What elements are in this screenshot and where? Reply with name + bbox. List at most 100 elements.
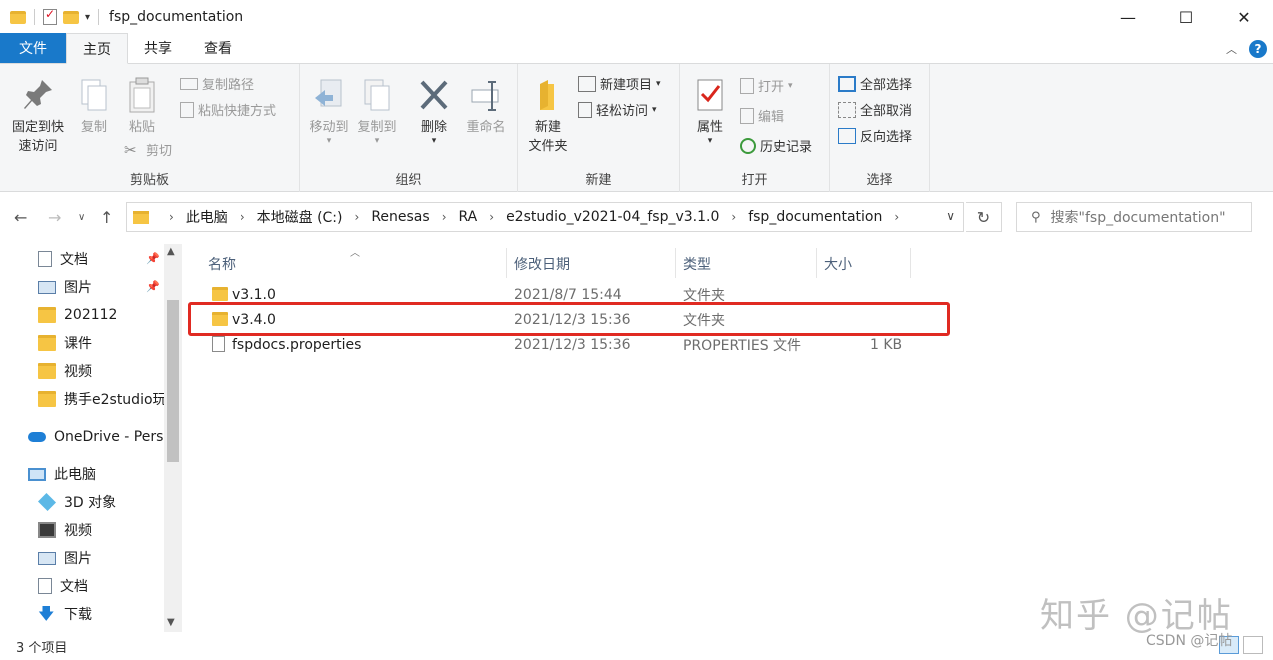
nav-item-videos-folder[interactable]: 视频 bbox=[38, 358, 92, 384]
breadcrumb-item[interactable]: 此电脑 bbox=[186, 207, 228, 227]
up-arrow-icon[interactable]: ↑ bbox=[100, 208, 113, 227]
breadcrumb-item[interactable]: e2studio_v2021-04_fsp_v3.1.0 bbox=[506, 209, 719, 225]
pin-icon bbox=[20, 76, 56, 114]
column-divider[interactable] bbox=[506, 248, 507, 278]
breadcrumb-item[interactable]: RA bbox=[459, 209, 478, 225]
nav-item-202112[interactable]: 202112 bbox=[38, 302, 117, 328]
chevron-right-icon[interactable]: › bbox=[894, 210, 899, 224]
column-header-size[interactable]: 大小 bbox=[824, 250, 852, 278]
paste-shortcut-button[interactable]: 粘贴快捷方式 bbox=[180, 100, 276, 119]
nav-item-videos[interactable]: 视频 bbox=[38, 517, 92, 543]
open-icon bbox=[740, 77, 754, 94]
copy-label: 复制 bbox=[80, 120, 107, 135]
search-placeholder: 搜索"fsp_documentation" bbox=[1050, 210, 1226, 226]
delete-button[interactable]: 删除 ▾ bbox=[416, 76, 452, 146]
window-controls: — ☐ ✕ bbox=[1099, 0, 1273, 34]
nav-item-3d-objects[interactable]: 3D 对象 bbox=[38, 489, 116, 515]
column-header-name[interactable]: 名称 bbox=[208, 250, 236, 278]
folder-icon bbox=[38, 391, 56, 407]
select-group: 全部选择 全部取消 反向选择 选择 bbox=[830, 64, 930, 192]
copy-to-button[interactable]: 复制到 ▾ bbox=[354, 76, 400, 146]
column-header-type[interactable]: 类型 bbox=[683, 250, 711, 278]
breadcrumb-item[interactable]: 本地磁盘 (C:) bbox=[257, 207, 343, 227]
file-name: fspdocs.properties bbox=[232, 336, 362, 353]
chevron-right-icon[interactable]: › bbox=[731, 210, 736, 224]
nav-item-courseware[interactable]: 课件 bbox=[38, 330, 92, 356]
history-button[interactable]: 历史记录 bbox=[740, 136, 812, 155]
properties-button[interactable]: 属性 ▾ bbox=[686, 76, 734, 146]
new-item-button[interactable]: 新建项目 ▾ bbox=[578, 74, 661, 93]
scroll-up-icon[interactable]: ▲ bbox=[167, 246, 175, 257]
paste-button[interactable]: 粘贴 bbox=[122, 76, 162, 137]
properties-icon[interactable] bbox=[43, 7, 57, 25]
nav-item-e2studio[interactable]: 携手e2studio玩 bbox=[38, 386, 164, 412]
copy-to-label: 复制到 bbox=[357, 120, 397, 135]
nav-item-label: 图片 bbox=[64, 551, 92, 567]
copy-path-button[interactable]: 复制路径 bbox=[180, 74, 254, 93]
nav-item-downloads[interactable]: 🡇 下载 bbox=[38, 601, 92, 627]
maximize-button[interactable]: ☐ bbox=[1157, 0, 1215, 34]
tab-file[interactable]: 文件 bbox=[0, 33, 66, 63]
invert-selection-button[interactable]: 反向选择 bbox=[838, 126, 912, 145]
chevron-right-icon[interactable]: › bbox=[489, 210, 494, 224]
column-divider[interactable] bbox=[816, 248, 817, 278]
divider bbox=[98, 9, 100, 25]
back-arrow-icon[interactable]: ← bbox=[14, 208, 27, 227]
easy-access-button[interactable]: 轻松访问 ▾ bbox=[578, 100, 657, 119]
address-history-dropdown-icon[interactable]: ∨ bbox=[946, 209, 955, 223]
nav-item-label: 课件 bbox=[64, 336, 92, 352]
new-folder-icon[interactable] bbox=[63, 10, 79, 24]
rename-button[interactable]: 重命名 bbox=[462, 76, 510, 137]
move-to-dropdown-icon: ▾ bbox=[326, 136, 332, 146]
search-box[interactable]: ⚲ 搜索"fsp_documentation" bbox=[1016, 202, 1252, 232]
customize-dropdown-icon[interactable]: ▾ bbox=[85, 12, 90, 23]
tab-view[interactable]: 查看 bbox=[188, 33, 248, 63]
copy-button[interactable]: 复制 bbox=[74, 76, 114, 137]
breadcrumb-item[interactable]: Renesas bbox=[371, 209, 429, 225]
pin-quick-access-button[interactable]: 固定到快 速访问 bbox=[6, 76, 70, 156]
ribbon: 固定到快 速访问 复制 粘贴 复制路径 粘贴快捷方式 ✂ 剪切 剪贴板 移动到 … bbox=[0, 64, 1273, 192]
scroll-thumb[interactable] bbox=[167, 300, 179, 462]
forward-arrow-icon[interactable]: → bbox=[48, 208, 61, 227]
minimize-button[interactable]: — bbox=[1099, 0, 1157, 34]
large-icons-view-icon[interactable] bbox=[1243, 636, 1263, 654]
expand-ribbon-icon[interactable]: ︿ bbox=[1226, 41, 1237, 57]
nav-scrollbar[interactable]: ▲ ▼ bbox=[164, 244, 182, 632]
help-icon[interactable]: ? bbox=[1249, 40, 1267, 58]
tab-share[interactable]: 共享 bbox=[128, 33, 188, 63]
scroll-down-icon[interactable]: ▼ bbox=[167, 617, 175, 628]
refresh-button[interactable]: ↻ bbox=[966, 202, 1002, 232]
new-folder-button[interactable]: 新建 文件夹 bbox=[524, 76, 572, 156]
nav-item-onedrive[interactable]: OneDrive - Perso bbox=[28, 424, 164, 450]
easy-access-dropdown-icon: ▾ bbox=[652, 104, 657, 115]
recent-dropdown-icon[interactable]: ∨ bbox=[78, 212, 85, 223]
close-button[interactable]: ✕ bbox=[1215, 0, 1273, 34]
chevron-right-icon[interactable]: › bbox=[240, 210, 245, 224]
address-bar[interactable]: › 此电脑 › 本地磁盘 (C:) › Renesas › RA › e2stu… bbox=[126, 202, 964, 232]
folder-icon bbox=[38, 335, 56, 351]
column-divider[interactable] bbox=[675, 248, 676, 278]
nav-item-documents[interactable]: 文档 bbox=[38, 246, 88, 272]
folder-icon bbox=[133, 210, 149, 224]
chevron-right-icon[interactable]: › bbox=[355, 210, 360, 224]
column-header-date[interactable]: 修改日期 bbox=[514, 250, 570, 278]
edit-button[interactable]: 编辑 bbox=[740, 106, 784, 125]
column-divider[interactable] bbox=[910, 248, 911, 278]
tab-home[interactable]: 主页 bbox=[66, 33, 128, 64]
open-button[interactable]: 打开 ▾ bbox=[740, 76, 793, 95]
videos-icon bbox=[38, 522, 56, 538]
paste-icon bbox=[124, 76, 160, 114]
cut-button[interactable]: ✂ 剪切 bbox=[124, 140, 172, 160]
nav-item-this-pc[interactable]: 此电脑 bbox=[28, 461, 96, 487]
select-all-button[interactable]: 全部选择 bbox=[838, 74, 912, 93]
nav-item-documents-pc[interactable]: 文档 bbox=[38, 573, 88, 599]
chevron-right-icon[interactable]: › bbox=[442, 210, 447, 224]
pin-icon[interactable]: 📌 bbox=[146, 252, 160, 265]
pin-icon[interactable]: 📌 bbox=[146, 280, 160, 293]
nav-item-pictures-pc[interactable]: 图片 bbox=[38, 545, 92, 571]
breadcrumb-item[interactable]: fsp_documentation bbox=[748, 209, 882, 225]
invert-selection-icon bbox=[838, 127, 856, 144]
nav-item-pictures[interactable]: 图片 bbox=[38, 274, 92, 300]
select-none-button[interactable]: 全部取消 bbox=[838, 100, 912, 119]
move-to-button[interactable]: 移动到 ▾ bbox=[306, 76, 352, 146]
